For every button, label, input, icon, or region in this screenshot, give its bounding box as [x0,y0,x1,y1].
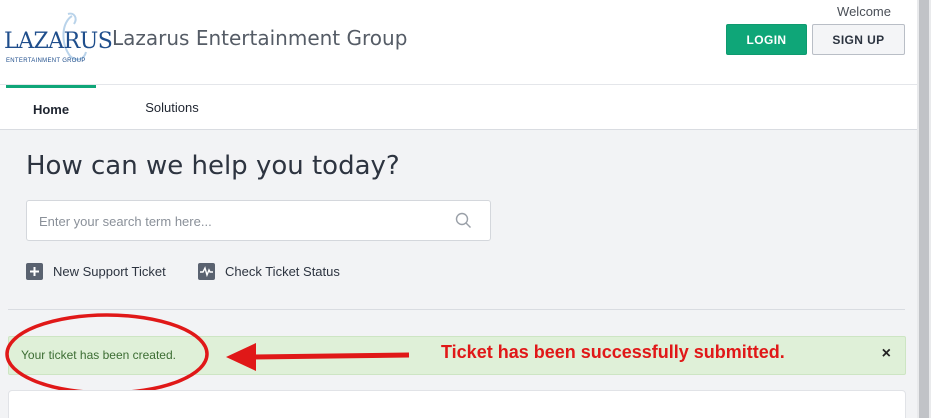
login-button[interactable]: LOGIN [726,24,807,55]
logo-subtext: ENTERTAINMENT GROUP [6,58,86,64]
alert-close-button[interactable]: × [882,345,891,363]
section-divider [8,309,905,310]
search-icon[interactable] [455,212,472,229]
search-input[interactable] [39,211,449,231]
page-heading: How can we help you today? [26,151,400,181]
annotation-text: Ticket has been successfully submitted. [441,342,785,362]
site-header: LAZARUS ENTERTAINMENT GROUP Lazarus Ente… [0,0,917,84]
tab-solutions[interactable]: Solutions [130,85,214,130]
check-ticket-status-link[interactable]: Check Ticket Status [198,262,340,280]
check-ticket-status-label: Check Ticket Status [225,263,340,279]
search-box [26,200,491,241]
new-support-ticket-label: New Support Ticket [53,263,166,279]
tab-home[interactable]: Home [6,85,96,130]
alert-message: Your ticket has been created. [21,348,176,362]
pulse-icon [198,262,215,280]
welcome-text: Welcome [837,4,891,19]
main-nav: Home Solutions [0,84,917,130]
new-support-ticket-link[interactable]: New Support Ticket [26,262,166,280]
content-card [8,390,906,418]
signup-button[interactable]: SIGN UP [812,24,905,55]
logo-text: LAZARUS [4,29,113,54]
scrollbar-thumb[interactable] [919,0,929,418]
company-logo[interactable]: LAZARUS ENTERTAINMENT GROUP [2,12,113,64]
plus-icon [26,262,43,280]
brand-name[interactable]: Lazarus Entertainment Group [112,26,407,50]
